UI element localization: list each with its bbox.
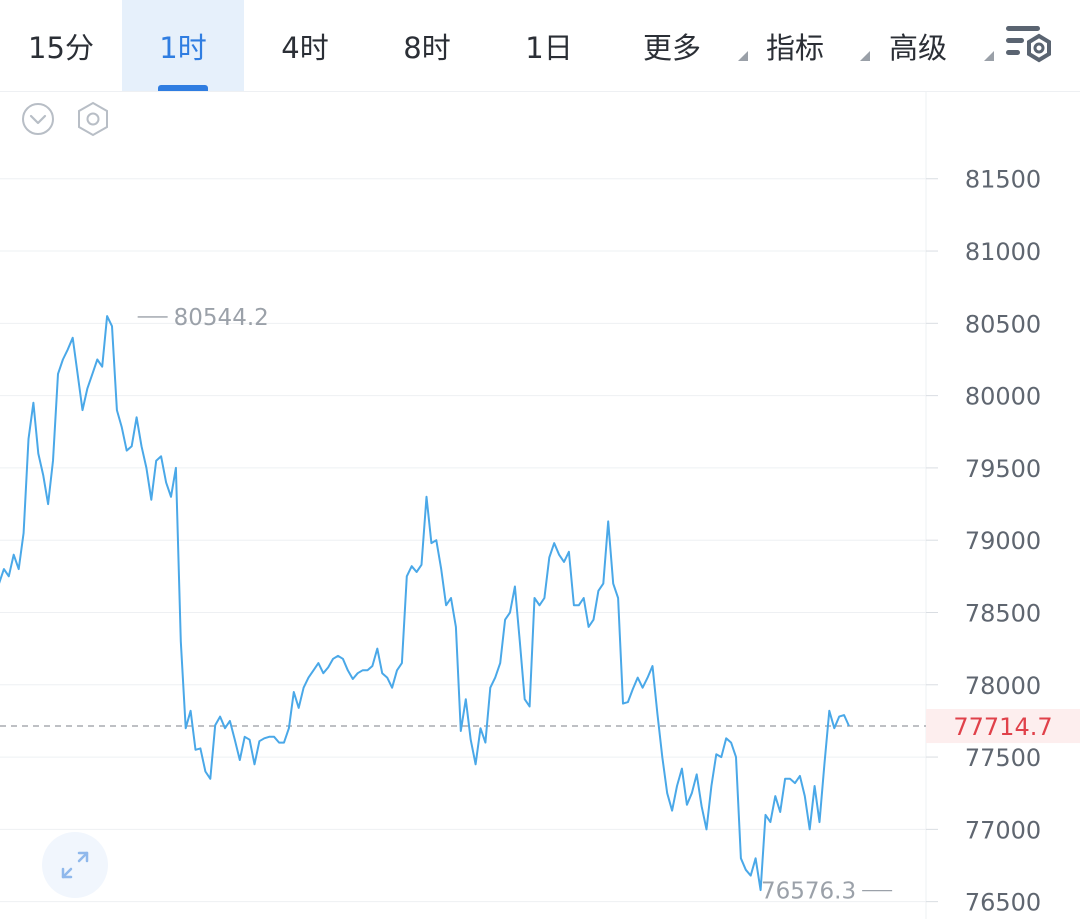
tab-label: 8时 <box>403 30 451 65</box>
chart-settings-icon[interactable] <box>1004 22 1052 68</box>
high-price-label: 80544.2 <box>174 305 269 331</box>
tab-label: 15分 <box>28 30 94 65</box>
y-tick-label: 81000 <box>965 238 1041 266</box>
tab-1[interactable]: 1时 <box>122 0 244 91</box>
y-tick-label: 81500 <box>965 166 1041 194</box>
tab-6[interactable]: 指标 <box>734 0 870 91</box>
tab-0[interactable]: 15分 <box>0 0 122 91</box>
y-tick-label: 78500 <box>965 599 1041 627</box>
low-price-label: 76576.3 <box>761 879 856 905</box>
y-tick-label: 79000 <box>965 527 1041 555</box>
tab-7[interactable]: 高级 <box>856 0 994 91</box>
tab-label: 指标 <box>765 30 824 65</box>
y-tick-label: 80500 <box>965 310 1041 338</box>
fullscreen-button[interactable] <box>42 832 108 898</box>
tab-label: 高级 <box>888 30 947 65</box>
tab-label: 4时 <box>281 30 329 65</box>
active-tab-indicator <box>158 85 208 91</box>
current-price-label: 77714.7 <box>953 713 1052 741</box>
tab-label: 更多 <box>642 30 701 65</box>
price-series-line <box>0 315 850 892</box>
y-tick-label: 76500 <box>965 889 1041 917</box>
price-line-chart[interactable]: 81500 81000 80500 80000 79500 79000 78500 78000… <box>0 92 1080 919</box>
y-tick-label: 79500 <box>965 455 1041 483</box>
timeframe-bar: 15分 1时 4时 8时 1日 更多 指标 高级 <box>0 0 1080 92</box>
expand-arrows-icon <box>61 851 89 879</box>
hexagon-gear-icon[interactable] <box>75 101 111 137</box>
chevron-down-circle-icon[interactable] <box>21 102 55 136</box>
tab-5[interactable]: 更多 <box>610 0 748 91</box>
y-tick-label: 78000 <box>965 672 1041 700</box>
tab-label: 1日 <box>525 30 573 65</box>
dropdown-caret-icon <box>984 51 994 61</box>
tab-3[interactable]: 8时 <box>366 0 488 91</box>
tab-label: 1时 <box>159 30 207 65</box>
y-tick-label: 80000 <box>965 383 1041 411</box>
tab-2[interactable]: 4时 <box>244 0 366 91</box>
y-tick-label: 77500 <box>965 744 1041 772</box>
y-tick-label: 77000 <box>965 816 1041 844</box>
tab-4[interactable]: 1日 <box>488 0 610 91</box>
